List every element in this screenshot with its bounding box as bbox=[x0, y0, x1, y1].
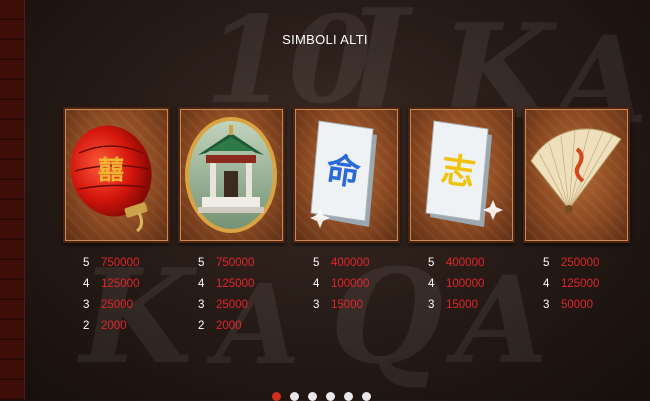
left-frame-strip bbox=[0, 0, 25, 400]
pay-count: 5 bbox=[428, 257, 435, 269]
pay-value: 2000 bbox=[101, 320, 127, 332]
pay-row: 3 50000 bbox=[543, 297, 643, 318]
pay-value: 2000 bbox=[216, 320, 242, 332]
fan-icon bbox=[530, 128, 622, 213]
pay-count: 3 bbox=[428, 299, 435, 311]
pay-count: 3 bbox=[543, 299, 550, 311]
pay-row: 3 15000 bbox=[313, 297, 413, 318]
pay-value: 750000 bbox=[101, 257, 140, 269]
pay-value: 25000 bbox=[101, 299, 133, 311]
pay-row: 5 250000 bbox=[543, 255, 643, 276]
mahjong-tile-yellow-icon: 志 bbox=[425, 120, 503, 227]
pay-count: 5 bbox=[198, 257, 205, 269]
pay-count: 3 bbox=[198, 299, 205, 311]
symbol-tile-lantern: 囍 bbox=[63, 107, 170, 243]
pay-value: 400000 bbox=[446, 257, 485, 269]
pagoda-icon bbox=[185, 117, 277, 233]
pay-column-blue-mahjong: 5 400000 4 100000 3 15000 bbox=[313, 255, 413, 318]
pay-count: 5 bbox=[543, 257, 550, 269]
pay-row: 4 125000 bbox=[83, 276, 183, 297]
pay-row: 4 125000 bbox=[543, 276, 643, 297]
pay-value: 750000 bbox=[216, 257, 255, 269]
pay-count: 5 bbox=[313, 257, 320, 269]
pay-row: 3 25000 bbox=[83, 297, 183, 318]
pay-value: 25000 bbox=[216, 299, 248, 311]
svg-text:命: 命 bbox=[324, 150, 363, 194]
pay-row: 5 400000 bbox=[428, 255, 528, 276]
pay-value: 15000 bbox=[331, 299, 363, 311]
pay-column-lantern: 5 750000 4 125000 3 25000 2 2000 bbox=[83, 255, 183, 339]
symbol-tile-yellow-mahjong: 志 bbox=[408, 107, 515, 243]
pay-row: 2 2000 bbox=[198, 318, 298, 339]
pay-value: 15000 bbox=[446, 299, 478, 311]
pay-count: 4 bbox=[543, 278, 550, 290]
pay-value: 400000 bbox=[331, 257, 370, 269]
pay-row: 3 15000 bbox=[428, 297, 528, 318]
page-title: SIMBOLI ALTI bbox=[282, 32, 368, 47]
pay-row: 4 100000 bbox=[428, 276, 528, 297]
pay-count: 4 bbox=[198, 278, 205, 290]
pay-value: 125000 bbox=[561, 278, 600, 290]
svg-text:囍: 囍 bbox=[98, 156, 124, 186]
pay-column-pagoda: 5 750000 4 125000 3 25000 2 2000 bbox=[198, 255, 298, 339]
pay-row: 5 750000 bbox=[83, 255, 183, 276]
pay-count: 2 bbox=[198, 320, 205, 332]
pay-row: 5 750000 bbox=[198, 255, 298, 276]
symbol-tile-blue-mahjong: 命 bbox=[293, 107, 400, 243]
pay-count: 3 bbox=[313, 299, 320, 311]
pay-column-yellow-mahjong: 5 400000 4 100000 3 15000 bbox=[428, 255, 528, 318]
pay-count: 3 bbox=[83, 299, 90, 311]
pay-column-fan: 5 250000 4 125000 3 50000 bbox=[543, 255, 643, 318]
pay-value: 100000 bbox=[446, 278, 485, 290]
pay-value: 50000 bbox=[561, 299, 593, 311]
pay-count: 4 bbox=[83, 278, 90, 290]
mahjong-tile-blue-icon: 命 bbox=[310, 120, 377, 228]
pay-count: 4 bbox=[313, 278, 320, 290]
pay-value: 125000 bbox=[101, 278, 140, 290]
pay-value: 250000 bbox=[561, 257, 600, 269]
pay-row: 3 25000 bbox=[198, 297, 298, 318]
pay-row: 4 125000 bbox=[198, 276, 298, 297]
pay-count: 2 bbox=[83, 320, 90, 332]
pay-value: 125000 bbox=[216, 278, 255, 290]
symbol-tile-fan bbox=[523, 107, 630, 243]
pay-row: 5 400000 bbox=[313, 255, 413, 276]
pay-value: 100000 bbox=[331, 278, 370, 290]
pay-count: 4 bbox=[428, 278, 435, 290]
pay-row: 2 2000 bbox=[83, 318, 183, 339]
pay-count: 5 bbox=[83, 257, 90, 269]
pay-row: 4 100000 bbox=[313, 276, 413, 297]
lantern-icon: 囍 bbox=[70, 125, 152, 233]
symbol-tile-pagoda bbox=[178, 107, 285, 243]
svg-text:志: 志 bbox=[439, 150, 478, 194]
